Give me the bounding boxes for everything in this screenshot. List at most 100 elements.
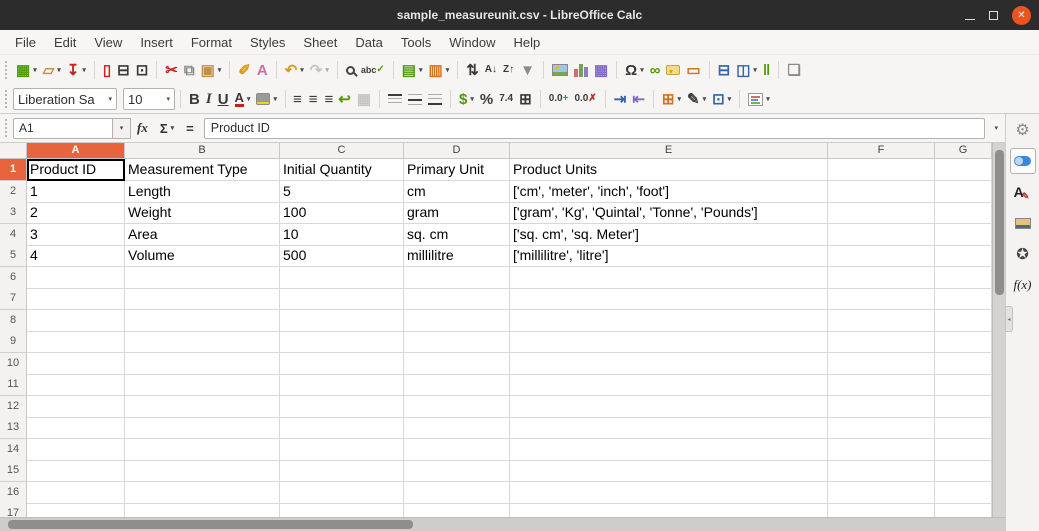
cell[interactable] — [935, 159, 992, 181]
paste-dropdown[interactable]: ▾ — [218, 66, 222, 74]
spelling-button[interactable]: abc ✓ — [358, 58, 388, 82]
formula-bar-grip[interactable] — [5, 119, 8, 137]
cell[interactable] — [125, 481, 280, 504]
cell[interactable] — [280, 352, 404, 375]
column-header-f[interactable]: F — [828, 143, 935, 159]
open-button[interactable]: ▱ ▾ — [40, 58, 64, 82]
autofilter-button[interactable]: ▼ — [517, 58, 538, 82]
cell[interactable] — [935, 288, 992, 310]
cell[interactable] — [27, 460, 125, 482]
insert-columns-button[interactable]: ▥ ▾ — [426, 58, 453, 82]
sidebar-tab-navigator[interactable]: ✪ — [1010, 241, 1036, 267]
borders-button[interactable]: ⊞ ▾ — [659, 87, 684, 111]
cell[interactable] — [828, 352, 935, 375]
cell[interactable]: 5 — [280, 180, 404, 203]
insert-text-box-button[interactable]: ▭ — [683, 58, 703, 82]
toolbar-grip[interactable] — [5, 61, 8, 79]
cell[interactable] — [828, 417, 935, 439]
menu-sheet[interactable]: Sheet — [294, 35, 346, 50]
cell[interactable] — [510, 417, 828, 439]
sort-descending-button[interactable]: Z↑ — [500, 58, 517, 82]
highlight-color-button[interactable]: ▾ — [253, 87, 280, 111]
add-decimal-button[interactable]: 0.0 + — [546, 87, 572, 111]
row-header[interactable]: 12 — [0, 395, 27, 418]
horizontal-scrollbar-thumb[interactable] — [8, 520, 413, 529]
cell[interactable] — [125, 352, 280, 375]
pivot-table-button[interactable]: ▦ — [591, 58, 611, 82]
cell[interactable] — [125, 395, 280, 418]
cell[interactable]: 1 — [27, 180, 125, 203]
cell[interactable]: cm — [404, 180, 510, 203]
sort-button[interactable]: ⇅ — [463, 58, 482, 82]
menu-help[interactable]: Help — [504, 35, 549, 50]
cell[interactable] — [935, 180, 992, 203]
restore-button[interactable] — [989, 8, 998, 23]
cell[interactable] — [280, 288, 404, 310]
cell[interactable] — [125, 266, 280, 289]
cell[interactable] — [125, 331, 280, 353]
cell[interactable] — [510, 438, 828, 461]
cell[interactable] — [828, 223, 935, 246]
font-size-dropdown[interactable]: ▾ — [166, 95, 170, 103]
cell[interactable] — [935, 331, 992, 353]
menu-data[interactable]: Data — [346, 35, 391, 50]
name-box-dropdown[interactable]: ▾ — [113, 117, 131, 139]
conditional-formatting-button[interactable]: ▾ — [745, 87, 773, 111]
row-header[interactable]: 4 — [0, 223, 27, 246]
new-button[interactable]: ▦ ▾ — [13, 58, 40, 82]
font-color-dropdown[interactable]: ▾ — [247, 95, 251, 103]
align-center-button[interactable]: ≡ — [306, 87, 321, 111]
cell[interactable]: Volume — [125, 245, 280, 267]
freeze-panes-dropdown[interactable]: ▾ — [753, 66, 757, 74]
cell[interactable] — [280, 395, 404, 418]
paste-button[interactable]: ▣ ▾ — [198, 58, 225, 82]
show-draw-functions-button[interactable]: ❏ — [784, 58, 803, 82]
horizontal-scrollbar[interactable] — [0, 517, 1005, 531]
merge-cells-button[interactable]: ▦ — [354, 87, 374, 111]
cell[interactable] — [828, 438, 935, 461]
cell[interactable]: Product ID — [27, 159, 125, 181]
menu-insert[interactable]: Insert — [131, 35, 182, 50]
cell[interactable] — [27, 417, 125, 439]
cell[interactable] — [27, 374, 125, 396]
cell[interactable] — [27, 288, 125, 310]
cell[interactable] — [280, 417, 404, 439]
close-button[interactable]: ✕ — [1012, 5, 1031, 25]
row-header[interactable]: 7 — [0, 288, 27, 310]
select-all-corner[interactable] — [0, 143, 27, 159]
cell[interactable] — [404, 395, 510, 418]
cell[interactable] — [935, 245, 992, 267]
save-dropdown[interactable]: ▾ — [82, 66, 86, 74]
cell[interactable] — [404, 352, 510, 375]
cell[interactable]: ['gram', 'Kg', 'Quintal', 'Tonne', 'Poun… — [510, 202, 828, 224]
insert-image-button[interactable] — [549, 58, 571, 82]
insert-chart-button[interactable] — [571, 58, 591, 82]
cell[interactable]: Weight — [125, 202, 280, 224]
column-header-e[interactable]: E — [510, 143, 828, 159]
cell[interactable] — [404, 460, 510, 482]
cell[interactable]: 500 — [280, 245, 404, 267]
cell[interactable] — [935, 223, 992, 246]
export-pdf-button[interactable]: ▯ — [100, 58, 114, 82]
cell[interactable] — [125, 438, 280, 461]
cell[interactable] — [27, 395, 125, 418]
cell[interactable]: 100 — [280, 202, 404, 224]
cell[interactable] — [510, 266, 828, 289]
cell[interactable] — [125, 417, 280, 439]
special-character-dropdown[interactable]: ▾ — [640, 66, 644, 74]
cell[interactable] — [510, 395, 828, 418]
border-style-button[interactable]: ✎ ▾ — [684, 87, 709, 111]
cell[interactable] — [27, 266, 125, 289]
menu-view[interactable]: View — [85, 35, 131, 50]
cell[interactable] — [935, 460, 992, 482]
column-header-d[interactable]: D — [404, 143, 510, 159]
row-header[interactable]: 5 — [0, 245, 27, 267]
cell[interactable]: Initial Quantity — [280, 159, 404, 181]
clone-formatting-button[interactable]: ✐ — [235, 58, 254, 82]
cell[interactable] — [404, 438, 510, 461]
cell[interactable]: 3 — [27, 223, 125, 246]
cell[interactable] — [280, 460, 404, 482]
cell[interactable] — [404, 374, 510, 396]
cell[interactable] — [935, 503, 992, 517]
print-preview-button[interactable]: ⊡ — [133, 58, 152, 82]
